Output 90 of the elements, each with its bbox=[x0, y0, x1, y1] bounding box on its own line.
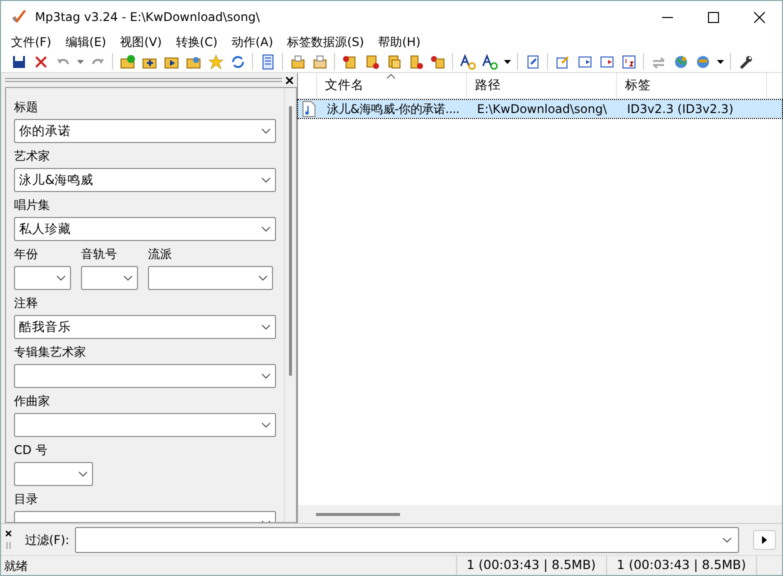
field-label: 艺术家 bbox=[14, 148, 50, 165]
playlist-icon bbox=[576, 54, 592, 70]
case-convert-button[interactable] bbox=[480, 52, 499, 71]
field-label: 作曲家 bbox=[14, 393, 50, 410]
caret-icon bbox=[716, 60, 724, 64]
chevron-down-icon bbox=[78, 471, 88, 477]
chevron-down-icon bbox=[261, 226, 271, 232]
menu-item[interactable]: 转换(C) bbox=[168, 34, 225, 50]
chevron-down-icon bbox=[123, 275, 133, 281]
filter-field[interactable] bbox=[75, 526, 739, 552]
menu-item[interactable]: 帮助(H) bbox=[371, 34, 428, 50]
file-row[interactable]: 泳儿&海鸣威-你的承诺.... E:\KwDownload\song\ ID3v2.3 (ID3v2.3) bbox=[298, 100, 782, 118]
table-cell-text: E:\KwDownload\song\ bbox=[476, 101, 608, 118]
chevron-down-icon bbox=[261, 177, 271, 183]
field-label: 音轨号 bbox=[81, 246, 117, 263]
close-panel-button[interactable] bbox=[286, 76, 293, 84]
menu-item[interactable]: 动作(A) bbox=[224, 34, 280, 50]
globe-icon bbox=[672, 54, 688, 70]
table-cell-text: 泳儿&海鸣威-你的承诺.... bbox=[326, 101, 460, 118]
window-title: Mp3tag v3.24 - E:\KwDownload\song\ bbox=[35, 9, 261, 26]
playlist-icon bbox=[598, 54, 614, 70]
table-cell-text: ID3v2.3 (ID3v2.3) bbox=[626, 101, 734, 118]
tag-convert-icon bbox=[408, 54, 424, 70]
status-text: 就绪 bbox=[4, 558, 29, 574]
folder-check-icon bbox=[120, 54, 136, 70]
case-convert-button[interactable] bbox=[458, 52, 477, 71]
tag-field-combo[interactable]: 你的承诺 bbox=[14, 119, 276, 143]
music-file-icon bbox=[302, 101, 316, 117]
tag-field-combo[interactable]: 泳儿&海鸣威 bbox=[14, 168, 276, 192]
field-label: 注释 bbox=[14, 295, 38, 312]
scrollbar-thumb[interactable] bbox=[316, 512, 400, 516]
folder-paste-icon bbox=[312, 54, 328, 70]
run-filter-button[interactable] bbox=[753, 530, 776, 550]
list-icon bbox=[260, 54, 276, 70]
tag-field-combo[interactable] bbox=[81, 266, 138, 290]
menu-item[interactable]: 标签数据源(S) bbox=[280, 34, 372, 50]
chevron-down-icon bbox=[261, 128, 271, 134]
filter-label: 过滤(F): bbox=[25, 532, 70, 548]
maximize-icon bbox=[708, 12, 718, 22]
tag-convert-icon bbox=[430, 54, 446, 70]
tag-field-combo[interactable] bbox=[14, 462, 93, 486]
field-label: CD 号 bbox=[14, 442, 48, 459]
chevron-down-icon bbox=[261, 324, 271, 330]
menu-item[interactable]: 文件(F) bbox=[4, 34, 58, 50]
total-info: 1 (00:03:43 | 8.5MB) bbox=[606, 556, 756, 575]
field-label: 流派 bbox=[148, 246, 172, 263]
chevron-down-icon bbox=[258, 275, 268, 281]
menu-item[interactable]: 编辑(E) bbox=[58, 34, 114, 50]
tag-convert-icon bbox=[364, 54, 380, 70]
tag-convert-icon bbox=[342, 54, 358, 70]
chevron-down-icon bbox=[56, 275, 66, 281]
tag-field-combo[interactable] bbox=[148, 266, 273, 290]
wrench-icon bbox=[738, 54, 754, 70]
menu-item[interactable]: 视图(V) bbox=[113, 34, 169, 50]
field-label: 标题 bbox=[14, 99, 38, 116]
app-logo-icon bbox=[11, 9, 27, 25]
grip-icon bbox=[5, 530, 13, 550]
refresh-icon bbox=[230, 54, 246, 70]
case-convert-icon bbox=[482, 54, 498, 70]
scrollbar-thumb[interactable] bbox=[289, 106, 292, 376]
tag-field-combo[interactable] bbox=[14, 266, 71, 290]
selected-info: 1 (00:03:43 | 8.5MB) bbox=[456, 556, 606, 575]
globe-icon bbox=[694, 54, 710, 70]
numbering-icon bbox=[620, 54, 636, 70]
field-label: 专辑集艺术家 bbox=[14, 344, 86, 361]
edit-note-icon bbox=[524, 54, 540, 70]
tag-field-combo[interactable]: 酷我音乐 bbox=[14, 315, 276, 339]
caret-icon bbox=[76, 60, 84, 64]
chevron-down-icon bbox=[261, 422, 271, 428]
chevron-down-icon bbox=[261, 373, 271, 379]
export-icon bbox=[554, 54, 570, 70]
save-icon bbox=[10, 54, 26, 70]
tag-convert-icon bbox=[386, 54, 402, 70]
folder-copy-icon bbox=[290, 54, 306, 70]
star-button[interactable] bbox=[206, 52, 225, 71]
play-icon bbox=[762, 536, 767, 544]
field-label: 唱片集 bbox=[14, 197, 50, 214]
field-label: 目录 bbox=[14, 491, 38, 508]
minimize-icon bbox=[662, 16, 672, 18]
case-convert-icon bbox=[460, 54, 476, 70]
delete-icon bbox=[32, 54, 48, 70]
folder-check-button[interactable] bbox=[118, 52, 137, 71]
field-label: 年份 bbox=[14, 246, 38, 263]
tag-field-combo[interactable] bbox=[14, 364, 276, 388]
caret-icon bbox=[504, 60, 510, 64]
star-icon bbox=[208, 54, 224, 70]
chevron-down-icon bbox=[722, 536, 732, 542]
tag-field-combo[interactable]: 私人珍藏 bbox=[14, 217, 276, 241]
tag-field-combo[interactable] bbox=[14, 413, 276, 437]
close-icon bbox=[754, 12, 764, 22]
